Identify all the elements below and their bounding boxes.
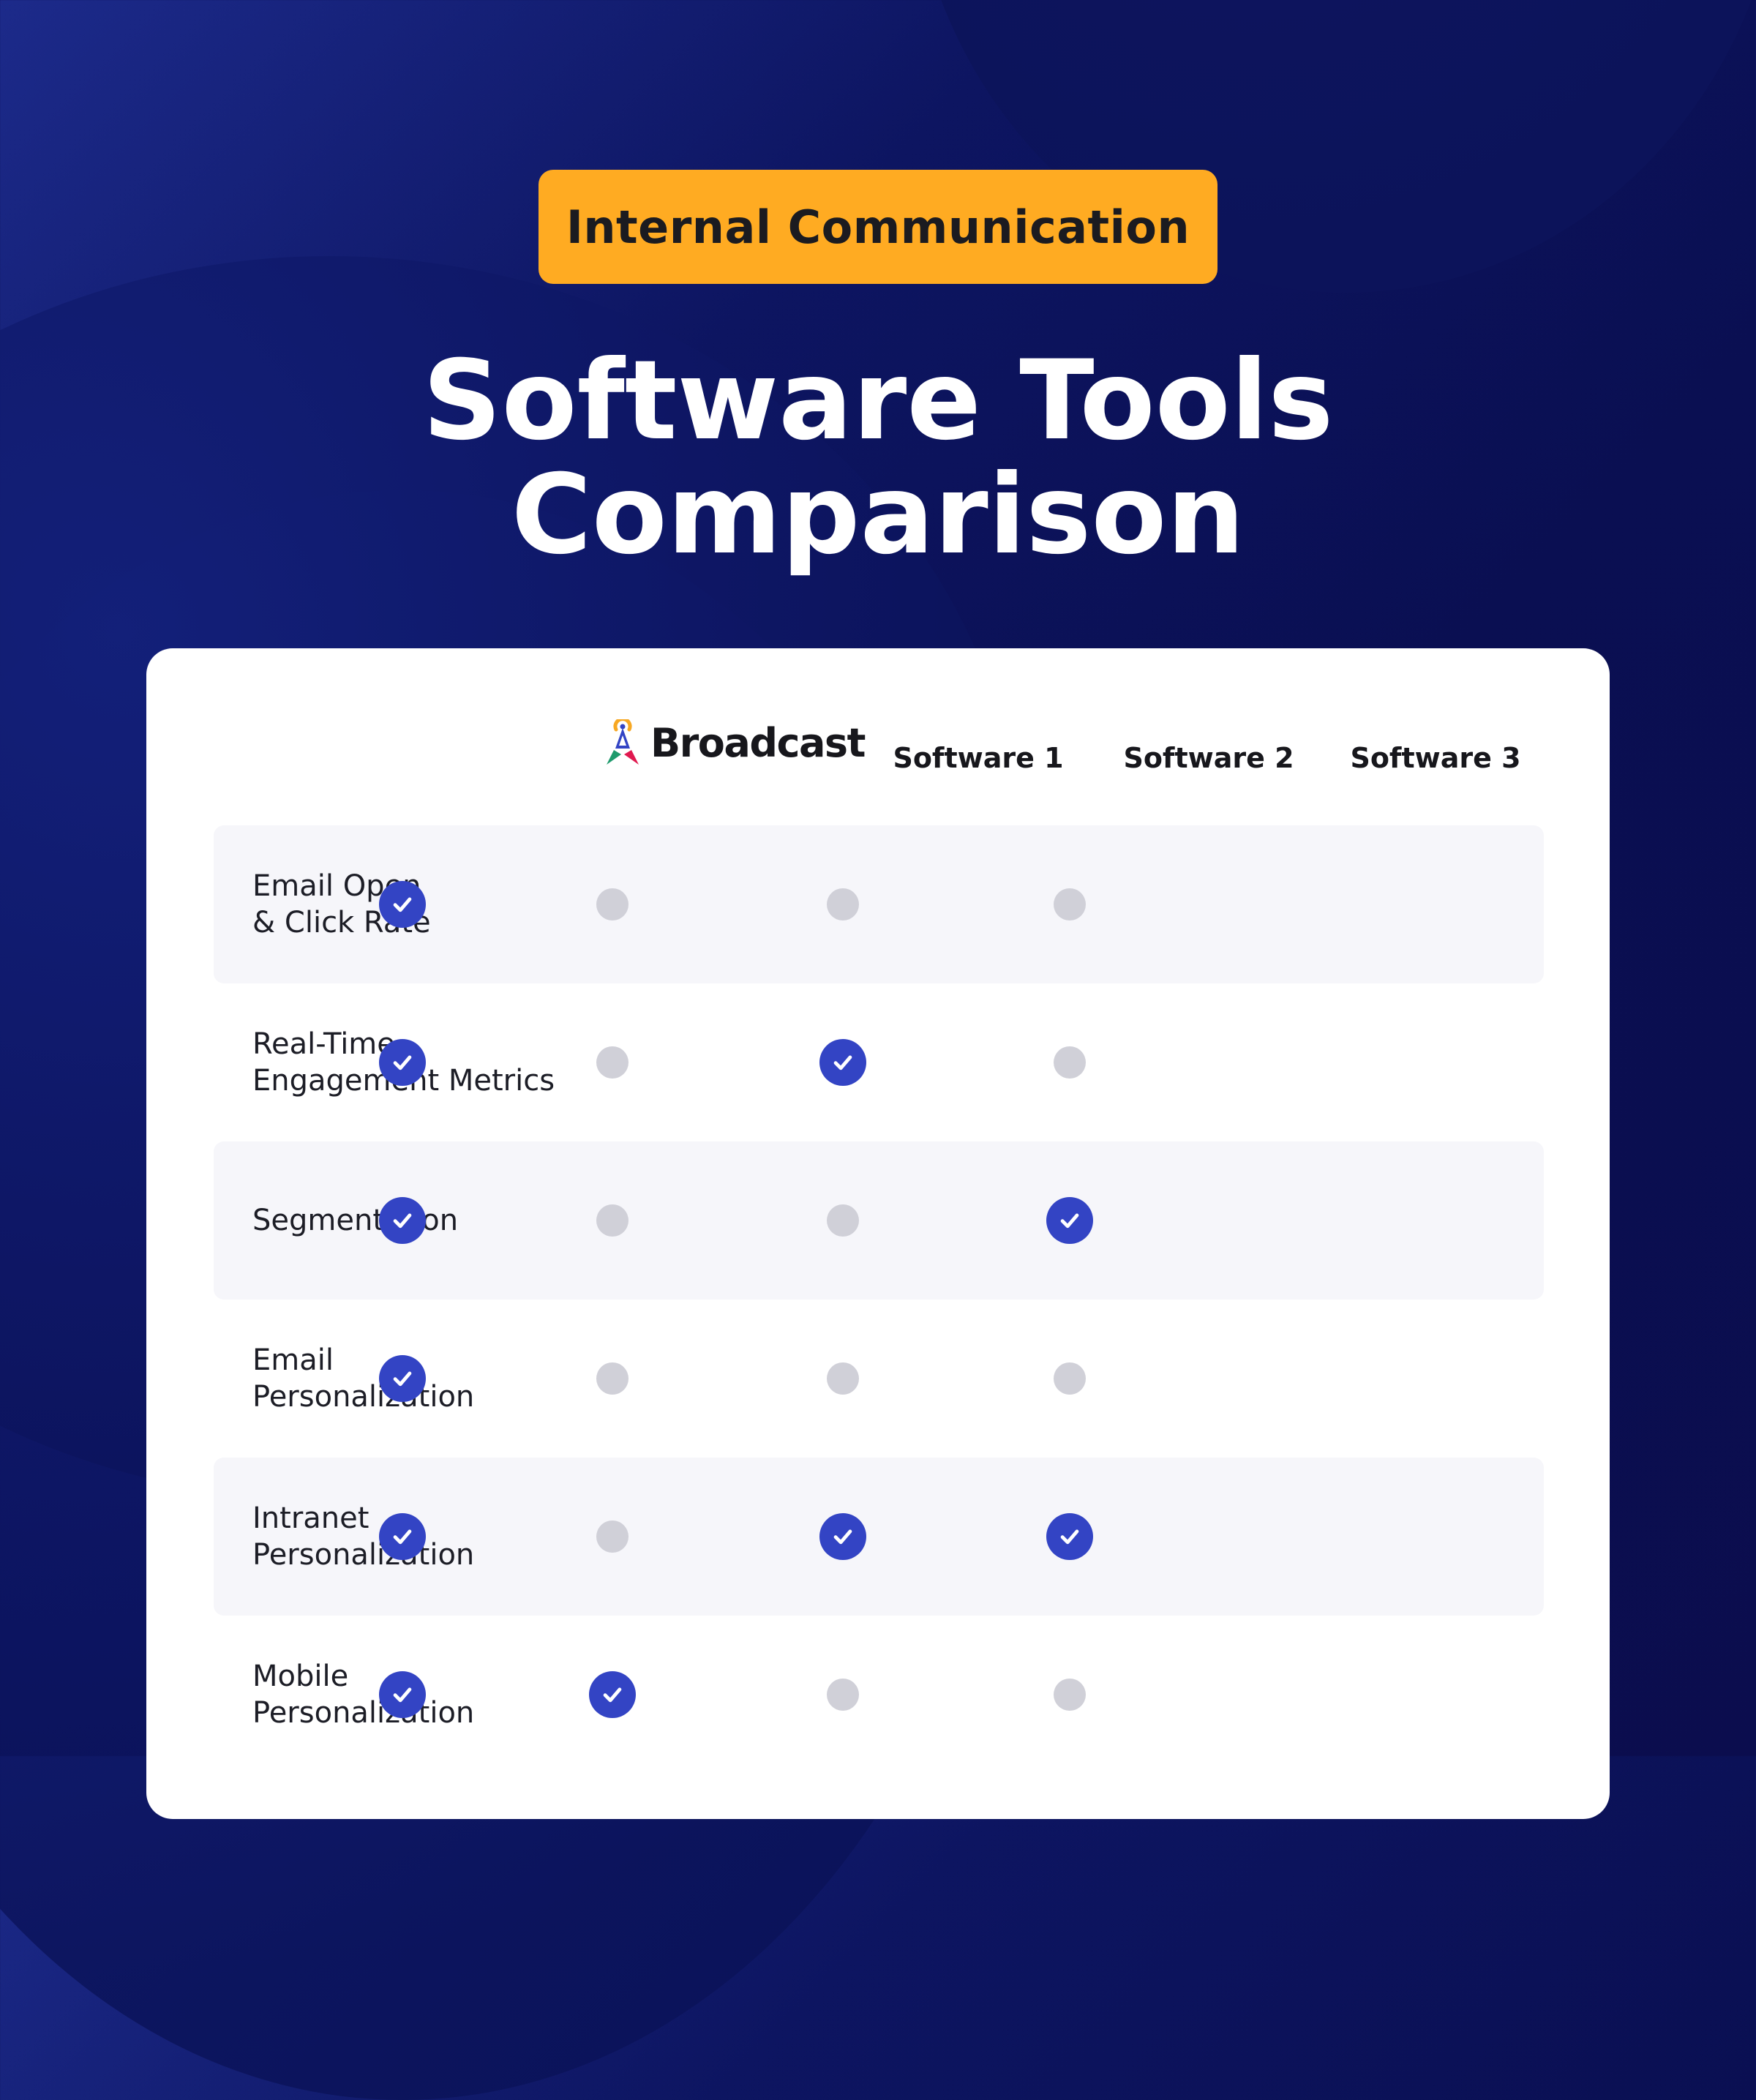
feature-label-line-2: Personalization (252, 1538, 475, 1572)
check-circle-icon (379, 1039, 426, 1086)
table-row: Intranet Personalization (214, 1458, 1544, 1616)
check-circle-icon (379, 1671, 426, 1718)
check-circle-icon (379, 1197, 426, 1244)
check-circle-icon (379, 1513, 426, 1560)
feature-cell (379, 1671, 426, 1718)
check-circle-icon (819, 1039, 866, 1086)
feature-cell (827, 1204, 859, 1237)
table-header: Broadcast Software 1 Software 2 Software… (146, 648, 1610, 824)
check-circle-icon (589, 1671, 636, 1718)
broadcast-tower-logo-icon (607, 719, 639, 765)
feature-cell (1054, 1046, 1086, 1079)
feature-label-line-1: Segmentation (252, 1204, 459, 1237)
feature-cell (819, 1039, 866, 1086)
feature-cell (827, 888, 859, 920)
feature-label: Intranet Personalization (252, 1500, 633, 1573)
feature-label-line-1: Real-Time (252, 1027, 395, 1061)
feature-label-line-1: Intranet (252, 1501, 369, 1535)
check-circle-icon (1046, 1513, 1093, 1560)
column-header-software-3: Software 3 (1350, 742, 1521, 774)
feature-cell (596, 1046, 629, 1079)
feature-cell (379, 881, 426, 928)
gray-dot-icon (596, 1204, 629, 1237)
comparison-table-card: Broadcast Software 1 Software 2 Software… (146, 648, 1610, 1819)
feature-label: Segmentation (252, 1202, 633, 1239)
feature-label-line-1: Email Open (252, 869, 421, 903)
column-header-software-2: Software 2 (1123, 742, 1294, 774)
category-badge-label: Internal Communication (566, 200, 1190, 254)
gray-dot-icon (827, 1362, 859, 1395)
feature-label: Email Personalization (252, 1342, 633, 1415)
gray-dot-icon (1054, 1046, 1086, 1079)
page-title-line-2: Comparison (511, 451, 1245, 579)
brand-name: Broadcast (650, 719, 866, 766)
gray-dot-icon (827, 888, 859, 920)
feature-cell (827, 1362, 859, 1395)
feature-cell (379, 1197, 426, 1244)
feature-cell (596, 1204, 629, 1237)
feature-label-line-2: Personalization (252, 1380, 475, 1414)
feature-label-line-1: Mobile (252, 1660, 349, 1693)
check-circle-icon (379, 881, 426, 928)
feature-cell (379, 1355, 426, 1402)
feature-cell (1046, 1513, 1093, 1560)
feature-label: Mobile Personalization (252, 1658, 633, 1731)
feature-label-line-2: Personalization (252, 1696, 475, 1730)
check-circle-icon (1046, 1197, 1093, 1244)
gray-dot-icon (596, 1362, 629, 1395)
table-row: Email Open & Click Rate (214, 825, 1544, 983)
gray-dot-icon (827, 1679, 859, 1711)
feature-cell (596, 888, 629, 920)
gray-dot-icon (1054, 1362, 1086, 1395)
feature-cell (596, 1520, 629, 1553)
gray-dot-icon (596, 888, 629, 920)
column-header-software-1: Software 1 (893, 742, 1064, 774)
feature-cell (1054, 1679, 1086, 1711)
feature-cell (1054, 888, 1086, 920)
feature-cell (827, 1679, 859, 1711)
gray-dot-icon (1054, 1679, 1086, 1711)
feature-label: Email Open & Click Rate (252, 868, 633, 941)
column-header-broadcast: Broadcast (604, 717, 866, 768)
feature-label-line-1: Email (252, 1343, 334, 1377)
gray-dot-icon (596, 1046, 629, 1079)
feature-label-line-2: Engagement Metrics (252, 1064, 555, 1098)
feature-cell (1046, 1197, 1093, 1244)
category-badge: Internal Communication (539, 170, 1217, 284)
check-circle-icon (819, 1513, 866, 1560)
feature-cell (379, 1039, 426, 1086)
feature-cell (379, 1513, 426, 1560)
page-title: Software Tools Comparison (0, 344, 1756, 572)
feature-label: Real-Time Engagement Metrics (252, 1026, 633, 1099)
table-row: Real-Time Engagement Metrics (214, 983, 1544, 1141)
page-title-line-1: Software Tools (422, 337, 1334, 465)
feature-cell (1054, 1362, 1086, 1395)
table-row: Email Personalization (214, 1300, 1544, 1458)
table-row: Mobile Personalization (214, 1616, 1544, 1774)
gray-dot-icon (1054, 888, 1086, 920)
table-row: Segmentation (214, 1141, 1544, 1300)
feature-cell (819, 1513, 866, 1560)
check-circle-icon (379, 1355, 426, 1402)
feature-cell (596, 1362, 629, 1395)
gray-dot-icon (596, 1520, 629, 1553)
feature-cell (589, 1671, 636, 1718)
gray-dot-icon (827, 1204, 859, 1237)
feature-label-line-2: & Click Rate (252, 906, 431, 940)
